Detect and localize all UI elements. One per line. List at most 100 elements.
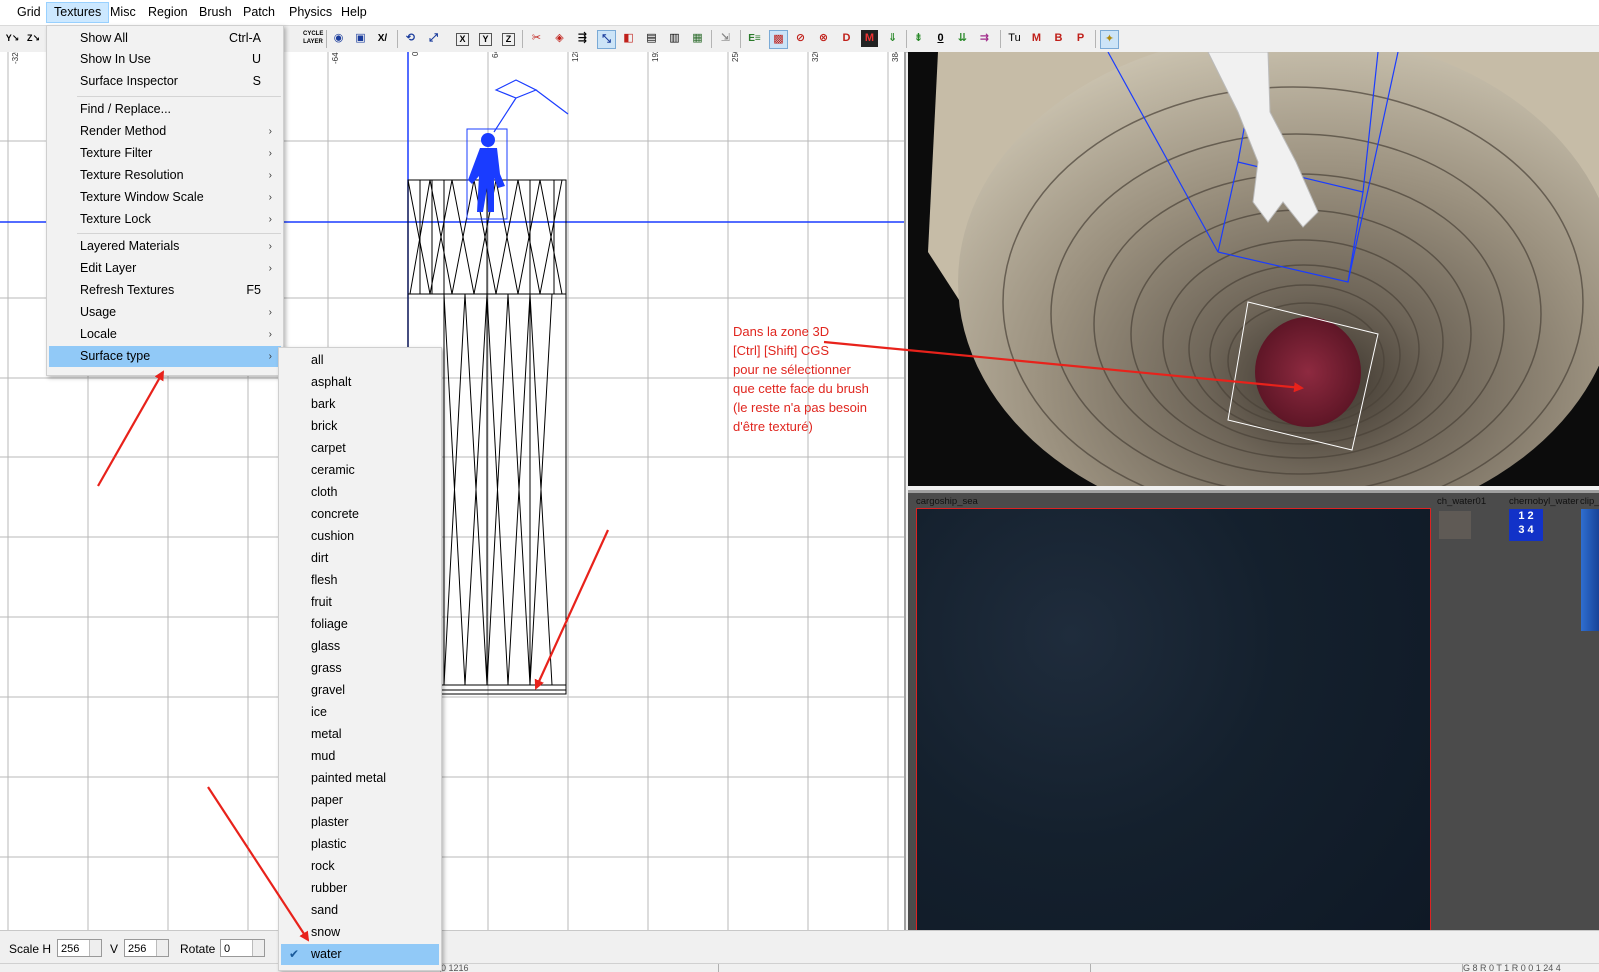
menu-item-surface-type[interactable]: Surface type › — [49, 346, 281, 367]
clipper-icon[interactable]: ⤡ — [597, 30, 616, 49]
menu-item-texture-resolution[interactable]: Texture Resolution › — [49, 165, 281, 186]
rotate-stepper[interactable]: 0 — [220, 939, 265, 957]
surface-item-ice[interactable]: ice — [281, 702, 439, 723]
surface-item-cushion[interactable]: cushion — [281, 526, 439, 547]
texture-tile-selected[interactable] — [916, 508, 1431, 931]
zero-button[interactable]: 0 — [932, 30, 949, 47]
menu-item-show-all[interactable]: Show All Ctrl-A — [49, 28, 281, 49]
surface-item-plaster[interactable]: plaster — [281, 812, 439, 833]
yz-view-icon[interactable]: Y↘ — [4, 30, 21, 47]
p-button[interactable]: P — [1072, 30, 1089, 47]
menu-textures[interactable]: Textures — [46, 2, 110, 23]
surface-item-carpet[interactable]: carpet — [281, 438, 439, 459]
m-flag-icon[interactable]: M — [861, 30, 878, 47]
window-icon[interactable]: ▣ — [352, 30, 369, 47]
brush-icon[interactable]: ⇲ — [717, 30, 734, 47]
menu-item-edit-layer[interactable]: Edit Layer › — [49, 258, 281, 279]
ruler-label: 64 — [491, 52, 500, 58]
surface-item-water[interactable]: ✔ water — [281, 944, 439, 965]
zn-view-icon[interactable]: Z↘ — [25, 30, 42, 47]
menu-grid[interactable]: Grid — [10, 3, 48, 22]
surface-item-ceramic[interactable]: ceramic — [281, 460, 439, 481]
cycle-layer-button[interactable]: CYCLE LAYER — [303, 30, 323, 47]
menu-item-refresh-textures[interactable]: Refresh Textures F5 — [49, 280, 281, 301]
globe-icon[interactable]: ◉ — [330, 30, 347, 47]
menu-misc[interactable]: Misc — [103, 3, 143, 22]
surface-item-flesh[interactable]: flesh — [281, 570, 439, 591]
down-arrow-icon[interactable]: ⇓ — [884, 30, 901, 47]
csg-merge-icon[interactable]: ◈ — [551, 30, 568, 47]
scale-h-stepper[interactable]: 256 — [57, 939, 102, 957]
b-button[interactable]: B — [1050, 30, 1067, 47]
settings-icon[interactable]: ✦ — [1100, 30, 1119, 49]
surface-item-fruit[interactable]: fruit — [281, 592, 439, 613]
surface-item-sand[interactable]: sand — [281, 900, 439, 921]
camera-icon[interactable]: ▤ — [643, 30, 660, 47]
d-button[interactable]: D — [838, 30, 855, 47]
m-button[interactable]: M — [1028, 30, 1045, 47]
x-axis-button[interactable]: X — [456, 33, 469, 46]
surface-item-rock[interactable]: rock — [281, 856, 439, 877]
grid-icon[interactable]: ▦ — [689, 30, 706, 47]
drop-icon[interactable]: ⇟ — [910, 30, 927, 47]
camera-view-3d[interactable] — [908, 52, 1599, 486]
scale-icon[interactable]: ⤢ — [425, 30, 442, 47]
menu-physics[interactable]: Physics — [282, 3, 339, 22]
menu-region[interactable]: Region — [141, 3, 195, 22]
texture-tile[interactable] — [1439, 511, 1471, 539]
rotate-icon[interactable]: ⟲ — [402, 30, 419, 47]
menu-item-surface-inspector[interactable]: Surface Inspector S — [49, 71, 281, 92]
no-s-icon[interactable]: ⊗ — [815, 30, 832, 47]
surface-item-rubber[interactable]: rubber — [281, 878, 439, 899]
menu-item-show-in-use[interactable]: Show In Use U — [49, 49, 281, 70]
menu-item-texture-filter[interactable]: Texture Filter › — [49, 143, 281, 164]
menu-item-render-method[interactable]: Render Method › — [49, 121, 281, 142]
menu-help[interactable]: Help — [334, 3, 374, 22]
menu-item-texture-window-scale[interactable]: Texture Window Scale › — [49, 187, 281, 208]
texture-browser[interactable]: cargoship_sea ch_water01 chernobyl_water… — [908, 490, 1599, 933]
no-entity-icon[interactable]: ⊘ — [792, 30, 809, 47]
y-axis-button[interactable]: Y — [479, 33, 492, 46]
hollow-icon[interactable]: ⇶ — [574, 30, 591, 47]
group-icon[interactable]: ⇉ — [976, 30, 993, 47]
surface-item-plastic[interactable]: plastic — [281, 834, 439, 855]
surface-item-concrete[interactable]: concrete — [281, 504, 439, 525]
texture-lock-icon[interactable]: ◧ — [620, 30, 637, 47]
menu-item-locale[interactable]: Locale › — [49, 324, 281, 345]
texture-tile-numbered[interactable]: 1 2 3 4 — [1509, 509, 1543, 541]
entity-icon[interactable]: E≡ — [746, 30, 763, 47]
filter-icon[interactable]: ▥ — [666, 30, 683, 47]
xy-icon[interactable]: X/ — [374, 30, 391, 47]
scale-v-stepper[interactable]: 256 — [124, 939, 169, 957]
z-axis-button[interactable]: Z — [502, 33, 515, 46]
surface-item-asphalt[interactable]: asphalt — [281, 372, 439, 393]
surface-item-gravel[interactable]: gravel — [281, 680, 439, 701]
menu-item-texture-lock[interactable]: Texture Lock › — [49, 209, 281, 230]
surface-item-foliage[interactable]: foliage — [281, 614, 439, 635]
water-face-selected[interactable] — [1255, 317, 1361, 427]
surface-item-cloth[interactable]: cloth — [281, 482, 439, 503]
menu-brush[interactable]: Brush — [192, 3, 239, 22]
surface-item-bark[interactable]: bark — [281, 394, 439, 415]
spread-icon[interactable]: ⇊ — [954, 30, 971, 47]
surface-item-paper[interactable]: paper — [281, 790, 439, 811]
surface-item-glass[interactable]: glass — [281, 636, 439, 657]
surface-item-snow[interactable]: snow — [281, 922, 439, 943]
surface-item-mud[interactable]: mud — [281, 746, 439, 767]
menu-item-find-replace[interactable]: Find / Replace... — [49, 99, 281, 120]
surface-item-brick[interactable]: brick — [281, 416, 439, 437]
tu-button[interactable]: Tu — [1006, 30, 1023, 47]
menu-item-layered-materials[interactable]: Layered Materials › — [49, 236, 281, 257]
light-entity[interactable] — [493, 79, 569, 133]
menu-patch[interactable]: Patch — [236, 3, 282, 22]
texture-tile[interactable] — [1581, 509, 1599, 631]
surface-item-metal[interactable]: metal — [281, 724, 439, 745]
surface-item-dirt[interactable]: dirt — [281, 548, 439, 569]
menu-item-usage[interactable]: Usage › — [49, 302, 281, 323]
status-fields: 0 1216 G 8 R 0 T 1 R 0 0 1 24 4 — [0, 963, 1599, 972]
surface-item-painted-metal[interactable]: painted metal — [281, 768, 439, 789]
surface-item-all[interactable]: all — [281, 350, 439, 371]
paint-icon[interactable]: ▩ — [769, 30, 788, 49]
surface-item-grass[interactable]: grass — [281, 658, 439, 679]
csg-subtract-icon[interactable]: ✂ — [528, 30, 545, 47]
